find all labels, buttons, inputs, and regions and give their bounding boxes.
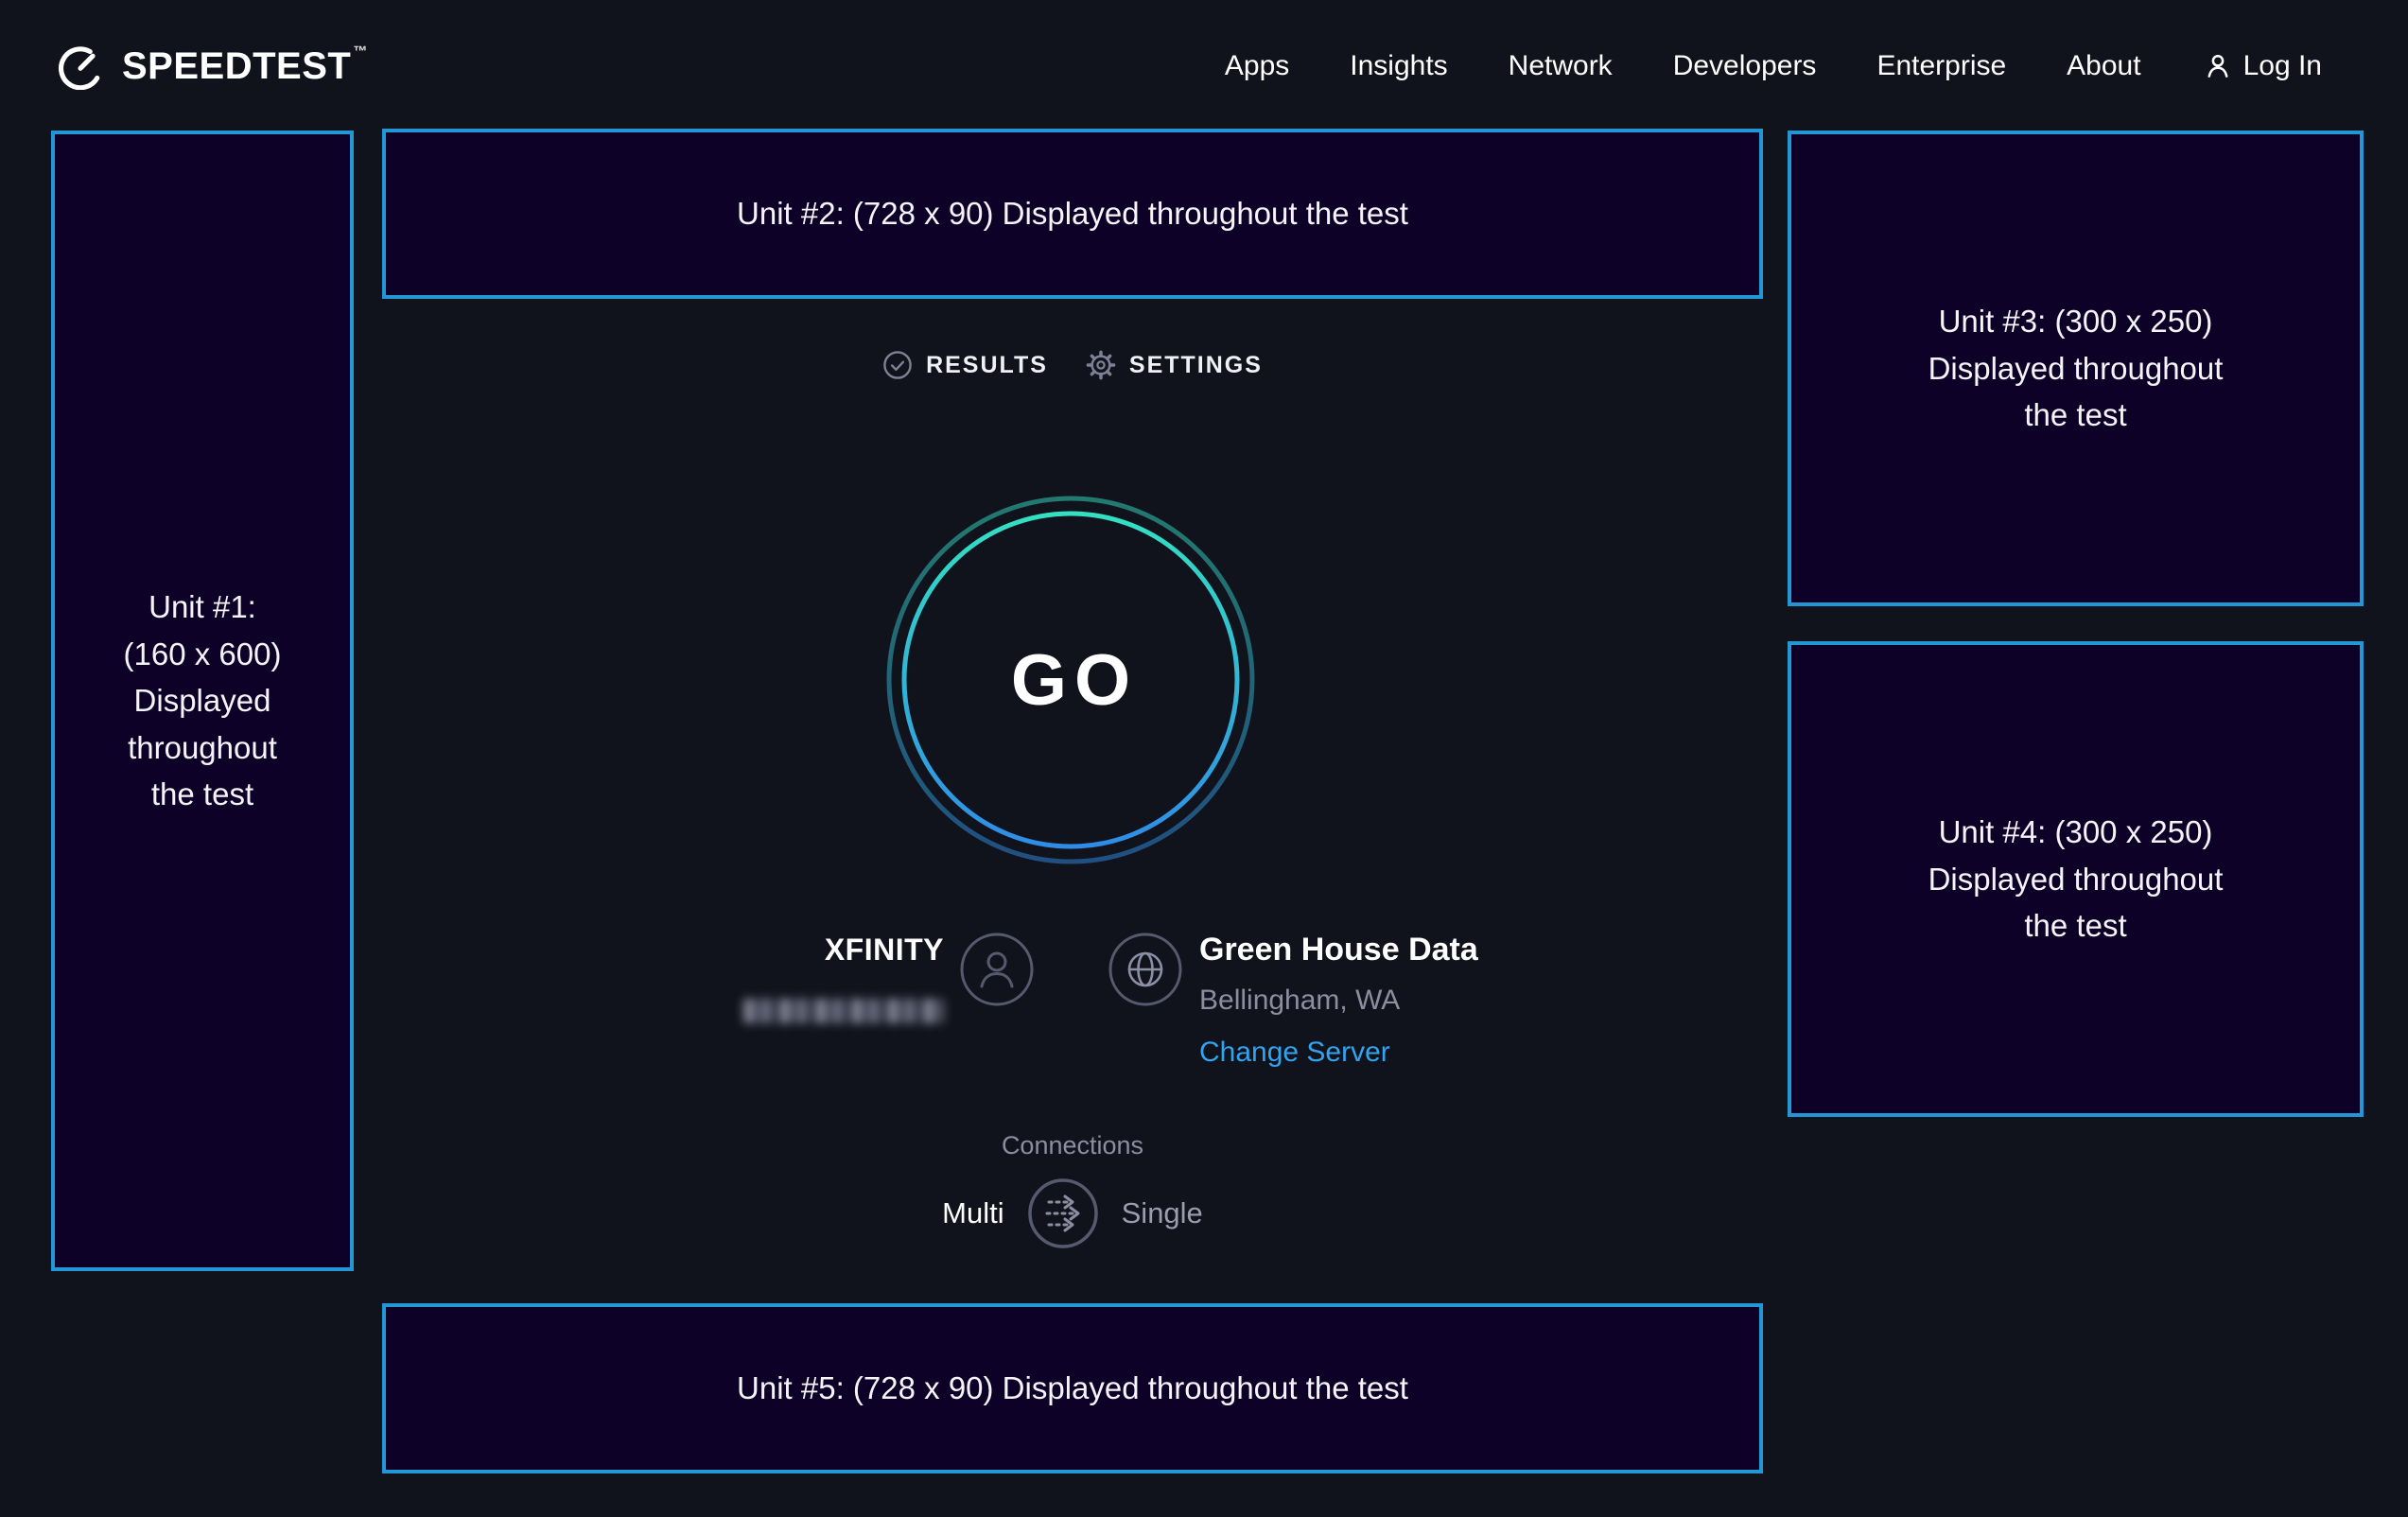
tab-results-label: RESULTS (926, 352, 1048, 379)
go-button[interactable]: GO (881, 491, 1260, 869)
ad-unit-4[interactable]: Unit #4: (300 x 250) Displayed throughou… (1788, 641, 2364, 1117)
tab-results[interactable]: RESULTS (882, 350, 1048, 380)
change-server-link[interactable]: Change Server (1199, 1036, 1478, 1070)
tab-settings-label: SETTINGS (1129, 352, 1263, 379)
speedtest-page: SPEEDTEST™ Apps Insights Network Develop… (0, 0, 2408, 1517)
nav-item-insights[interactable]: Insights (1350, 50, 1447, 82)
nav-item-enterprise[interactable]: Enterprise (1876, 50, 2006, 82)
gauge-icon (54, 43, 107, 90)
connections-multi-label[interactable]: Multi (942, 1196, 1003, 1230)
server-info: Green House Data Bellingham, WA Change S… (1199, 931, 1478, 1070)
speedtest-logo[interactable]: SPEEDTEST™ (54, 43, 368, 90)
user-icon (2202, 50, 2234, 82)
ad-unit-3[interactable]: Unit #3: (300 x 250) Displayed throughou… (1788, 131, 2364, 606)
ad-unit-2[interactable]: Unit #2: (728 x 90) Displayed throughout… (382, 129, 1763, 299)
nav-item-developers[interactable]: Developers (1673, 50, 1817, 82)
login-label: Log In (2243, 50, 2322, 82)
gear-icon (1086, 350, 1116, 380)
tabs-bar: RESULTS (382, 340, 1763, 390)
isp-user-icon (959, 932, 1035, 1012)
trademark-mark: ™ (353, 44, 368, 60)
check-circle-icon (882, 350, 913, 380)
connections-toggle-icon[interactable] (1027, 1177, 1099, 1249)
nav-item-network[interactable]: Network (1509, 50, 1613, 82)
ip-address-redacted (743, 999, 944, 1023)
tab-settings[interactable]: SETTINGS (1086, 350, 1263, 380)
brand-name: SPEEDTEST™ (122, 45, 368, 88)
isp-name[interactable]: XFINITY (662, 933, 944, 968)
nav-item-apps[interactable]: Apps (1225, 50, 1289, 82)
ad-unit-1[interactable]: Unit #1: (160 x 600) Displayed throughou… (51, 131, 354, 1271)
ad-unit-5[interactable]: Unit #5: (728 x 90) Displayed throughout… (382, 1303, 1763, 1473)
connections-toggle-row: Multi Single (382, 1177, 1763, 1249)
header: SPEEDTEST™ Apps Insights Network Develop… (0, 0, 2408, 132)
connections-label: Connections (382, 1131, 1763, 1160)
server-name: Green House Data (1199, 931, 1478, 968)
main-nav: Apps Insights Network Developers Enterpr… (1225, 50, 2322, 82)
connections-single-label[interactable]: Single (1122, 1196, 1203, 1230)
nav-item-about[interactable]: About (2067, 50, 2140, 82)
go-label: GO (881, 491, 1260, 869)
login-button[interactable]: Log In (2202, 50, 2322, 82)
server-globe-icon (1108, 932, 1183, 1012)
server-location: Bellingham, WA (1199, 984, 1478, 1018)
